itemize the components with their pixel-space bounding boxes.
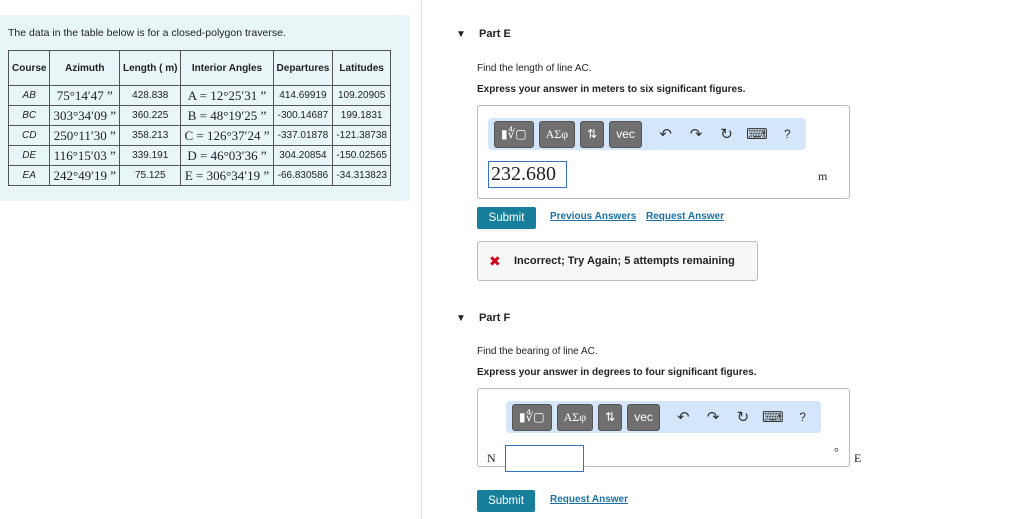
table-cell: 304.20854	[272, 145, 334, 166]
table-cell: 358.213	[119, 125, 182, 146]
table-cell: 360.225	[119, 105, 182, 126]
part-f-answer-box: ▮∜▢ ΑΣφ ⇅ vec ↶ ↷ ↻ ⌨ ? N ° E	[477, 388, 861, 472]
table-row: CD 250°11′30 ” 358.213 C = 126°37′24 ” -337.…	[7, 125, 391, 146]
part-f-title[interactable]: Part F	[479, 312, 510, 324]
vec-button[interactable]: vec	[609, 120, 642, 148]
degree-label: °	[834, 445, 839, 459]
column-header: Latitudes	[332, 50, 391, 86]
part-e-question: Find the length of line AC.	[477, 63, 592, 74]
table-cell: EA	[7, 165, 51, 186]
table-cell: E = 306°34′19 ”	[180, 165, 274, 186]
table-cell: 428.838	[119, 85, 182, 106]
part-e-answer-box: ▮∜▢ ΑΣφ ⇅ vec ↶ ↷ ↻ ⌨ ? 232.680 m	[477, 105, 850, 199]
request-answer-link[interactable]: Request Answer	[646, 211, 724, 222]
column-header: Length ( m)	[119, 50, 182, 86]
undo-icon[interactable]: ↶	[653, 125, 678, 143]
incorrect-icon: ✖	[489, 253, 501, 269]
greek-button[interactable]: ΑΣφ	[556, 403, 594, 431]
problem-intro: The data in the table below is for a clo…	[8, 27, 286, 39]
table-cell: D = 46°03′36 ”	[180, 145, 274, 166]
unit-label: m	[818, 169, 828, 183]
table-row: AB 75°14′47 ” 428.838 A = 12°25′31 ” 414.699…	[7, 85, 391, 106]
help-icon[interactable]: ?	[775, 127, 800, 141]
divider	[421, 0, 422, 519]
part-f-question: Find the bearing of line AC.	[477, 346, 598, 357]
table-cell: 414.69919	[272, 85, 334, 106]
table-cell: 303°34′09 ”	[49, 105, 121, 126]
collapse-arrow-icon[interactable]: ▼	[456, 29, 466, 40]
table-cell: 339.191	[119, 145, 182, 166]
submit-button[interactable]: Submit	[477, 490, 535, 512]
arrows-button[interactable]: ⇅	[598, 403, 623, 431]
undo-icon[interactable]: ↶	[671, 408, 696, 426]
east-label: E	[854, 451, 862, 465]
part-f-instruction: Express your answer in degrees to four s…	[477, 367, 757, 378]
column-header: Interior Angles	[180, 50, 274, 86]
keyboard-icon[interactable]: ⌨	[760, 408, 785, 426]
templates-button[interactable]: ▮∜▢	[494, 120, 534, 148]
table-cell: CD	[7, 125, 51, 146]
feedback-text: Incorrect; Try Again; 5 attempts remaini…	[514, 255, 735, 267]
table-cell: -150.02565	[332, 145, 391, 166]
table-cell: 75.125	[119, 165, 182, 186]
table-cell: BC	[7, 105, 51, 126]
bearing-input[interactable]	[505, 445, 584, 472]
table-cell: -337.01878	[272, 125, 334, 146]
previous-answers-link[interactable]: Previous Answers	[550, 211, 636, 222]
templates-button[interactable]: ▮∜▢	[512, 403, 552, 431]
part-e-instruction: Express your answer in meters to six sig…	[477, 84, 746, 95]
table-header: Course Azimuth Length ( m) Interior Angles D…	[7, 50, 391, 86]
request-answer-link[interactable]: Request Answer	[550, 494, 628, 505]
table-cell: -34.313823	[332, 165, 391, 186]
table-cell: 199.1831	[332, 105, 391, 126]
table-cell: 109.20905	[332, 85, 391, 106]
table-row: BC 303°34′09 ” 360.225 B = 48°19′25 ” -300.1…	[7, 105, 391, 126]
math-toolbar: ▮∜▢ ΑΣφ ⇅ vec ↶ ↷ ↻ ⌨ ?	[488, 118, 806, 150]
column-header: Course	[7, 50, 51, 86]
table-cell: C = 126°37′24 ”	[180, 125, 274, 146]
vec-button[interactable]: vec	[627, 403, 660, 431]
arrows-button[interactable]: ⇅	[580, 120, 605, 148]
table-cell: 75°14′47 ”	[49, 85, 121, 106]
table-cell: -121.38738	[332, 125, 391, 146]
table-cell: AB	[7, 85, 51, 106]
traverse-table: Course Azimuth Length ( m) Interior Angles D…	[7, 50, 391, 186]
help-icon[interactable]: ?	[790, 410, 815, 424]
column-header: Departures	[272, 50, 334, 86]
table-cell: 250°11′30 ”	[49, 125, 121, 146]
table-row: EA 242°49′19 ” 75.125 E = 306°34′19 ” -66.83…	[7, 165, 391, 186]
reset-icon[interactable]: ↻	[731, 408, 756, 426]
column-header: Azimuth	[49, 50, 121, 86]
north-label: N	[487, 451, 496, 465]
reset-icon[interactable]: ↻	[714, 125, 739, 143]
length-input[interactable]: 232.680	[488, 161, 567, 188]
table-row: DE 116°15′03 ” 339.191 D = 46°03′36 ” 304.20…	[7, 145, 391, 166]
table-cell: -300.14687	[272, 105, 334, 126]
table-cell: 116°15′03 ”	[49, 145, 121, 166]
math-toolbar: ▮∜▢ ΑΣφ ⇅ vec ↶ ↷ ↻ ⌨ ?	[506, 401, 821, 433]
submit-button[interactable]: Submit	[477, 207, 536, 229]
table-cell: A = 12°25′31 ”	[180, 85, 274, 106]
table-cell: -66.830586	[272, 165, 334, 186]
greek-button[interactable]: ΑΣφ	[538, 120, 576, 148]
feedback-box: ✖ Incorrect; Try Again; 5 attempts remai…	[477, 241, 758, 281]
table-cell: 242°49′19 ”	[49, 165, 121, 186]
table-cell: DE	[7, 145, 51, 166]
collapse-arrow-icon[interactable]: ▼	[456, 313, 466, 324]
table-cell: B = 48°19′25 ”	[180, 105, 274, 126]
part-e-title[interactable]: Part E	[479, 28, 511, 40]
keyboard-icon[interactable]: ⌨	[744, 125, 769, 143]
redo-icon[interactable]: ↷	[701, 408, 726, 426]
redo-icon[interactable]: ↷	[683, 125, 708, 143]
